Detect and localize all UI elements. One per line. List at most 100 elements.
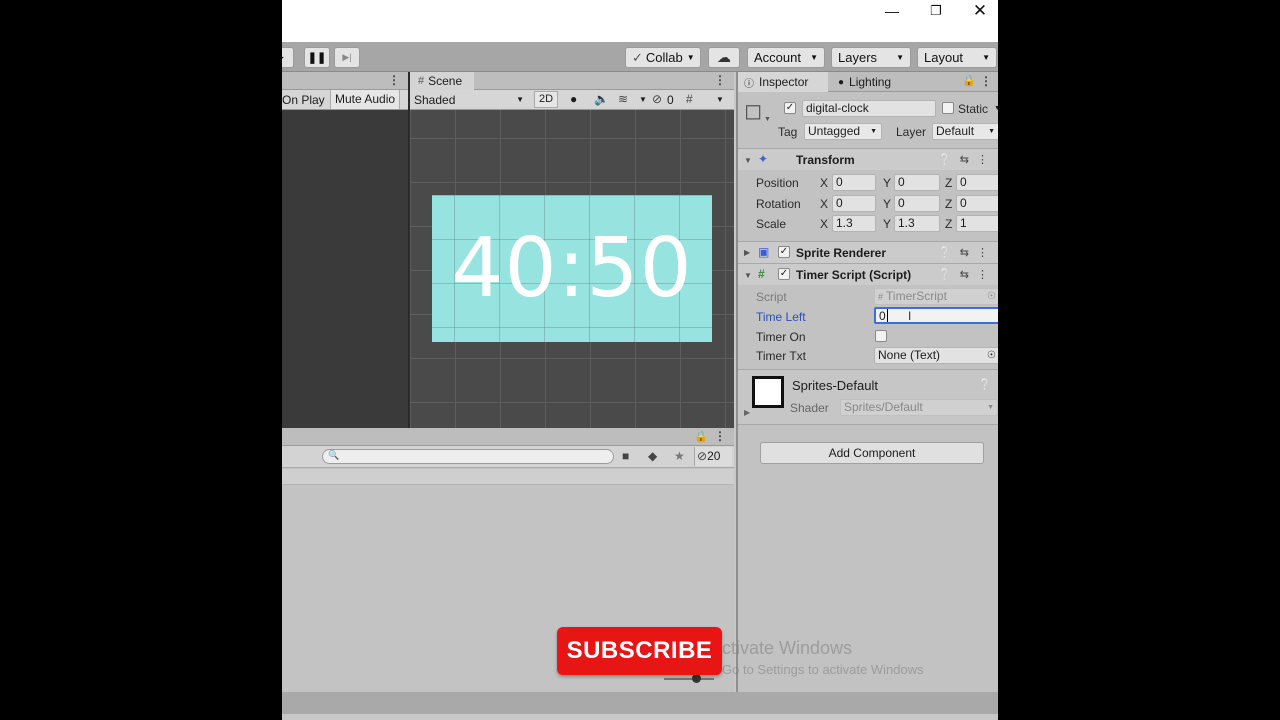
preset-icon[interactable]: ⇆ bbox=[960, 154, 977, 166]
draw-mode-dropdown[interactable]: Shaded ▼ bbox=[410, 90, 528, 109]
kebab-menu-icon[interactable]: ⋮ bbox=[977, 154, 996, 166]
project-search-input[interactable]: 🔍 bbox=[322, 449, 614, 464]
tab-lighting[interactable]: ● Lighting bbox=[832, 72, 922, 92]
static-checkbox[interactable] bbox=[942, 102, 954, 114]
chevron-down-icon: ▼ bbox=[870, 128, 877, 135]
mute-audio-toggle[interactable]: Mute Audio bbox=[330, 90, 401, 109]
subscribe-button[interactable]: SUBSCRIBE bbox=[557, 627, 722, 675]
position-x-field[interactable]: 0 bbox=[832, 174, 876, 191]
kebab-menu-icon[interactable]: ⋮ bbox=[388, 73, 400, 87]
close-icon[interactable]: ✕ bbox=[958, 0, 998, 22]
kebab-menu-icon[interactable]: ⋮ bbox=[714, 429, 726, 443]
scale-x-field[interactable]: 1.3 bbox=[832, 215, 876, 232]
hidden-objects-icon[interactable]: ⊘ bbox=[652, 92, 662, 106]
preset-icon[interactable]: ⇆ bbox=[960, 247, 977, 259]
mode-2d-toggle[interactable]: 2D bbox=[534, 91, 558, 108]
restore-icon[interactable]: ❐ bbox=[914, 0, 958, 22]
minimize-icon[interactable]: — bbox=[870, 0, 914, 22]
time-left-field[interactable]: 0 bbox=[874, 307, 998, 324]
component-header-icons[interactable]: ❔⇆⋮ bbox=[938, 246, 996, 259]
collab-button[interactable]: ✓ Collab ▼ bbox=[625, 47, 701, 68]
effects-icon[interactable]: ≋ bbox=[618, 92, 628, 106]
kebab-menu-icon[interactable]: ⋮ bbox=[714, 73, 726, 87]
rotation-x-field[interactable]: 0 bbox=[832, 195, 876, 212]
tag-dropdown[interactable]: Untagged ▼ bbox=[804, 123, 882, 140]
rotation-x-axis-label: X bbox=[820, 197, 829, 211]
game-view-panel: ⋮ On Play Mute Audio bbox=[282, 72, 408, 428]
scale-y-field[interactable]: 1.3 bbox=[894, 215, 940, 232]
hidden-packages-toggle[interactable]: ⊘20 bbox=[694, 447, 732, 466]
gizmos-icon[interactable]: # bbox=[686, 92, 693, 106]
layout-dropdown[interactable]: Layout ▼ bbox=[917, 47, 997, 68]
scene-viewport[interactable]: 40:50 bbox=[410, 110, 734, 428]
add-component-button[interactable]: Add Component bbox=[760, 442, 984, 464]
chevron-right-icon[interactable]: ▶ bbox=[744, 408, 750, 417]
lighting-icon[interactable]: ● bbox=[570, 92, 577, 106]
timer-txt-value: None (Text) bbox=[878, 348, 941, 362]
position-label: Position bbox=[756, 176, 799, 190]
position-y-field[interactable]: 0 bbox=[894, 174, 940, 191]
help-icon[interactable]: ❔ bbox=[978, 378, 992, 391]
gameobject-cube-icon: ◻ bbox=[744, 98, 763, 123]
filter-by-label-icon[interactable]: ◆ bbox=[648, 449, 657, 463]
tab-scene[interactable]: # Scene bbox=[410, 72, 474, 90]
cloud-button[interactable]: ☁ bbox=[708, 47, 740, 68]
filter-by-type-icon[interactable]: ■ bbox=[622, 449, 629, 463]
info-icon: ⓘ bbox=[744, 78, 754, 90]
chevron-down-icon: ▼ bbox=[810, 53, 818, 62]
sprite-renderer-component-header[interactable]: ▶ ▣ ✓ Sprite Renderer ❔⇆⋮ bbox=[738, 241, 998, 263]
maximize-on-play-toggle[interactable]: On Play bbox=[282, 93, 325, 107]
timer-txt-field[interactable]: None (Text) ☉ bbox=[874, 347, 998, 364]
lock-icon[interactable]: 🔒 bbox=[962, 74, 976, 87]
layers-dropdown[interactable]: Layers ▼ bbox=[831, 47, 911, 68]
transform-component-header[interactable]: ▼ ✦ Transform ❔⇆⋮ bbox=[738, 148, 998, 170]
material-name: Sprites-Default bbox=[792, 378, 878, 393]
help-icon[interactable]: ❔ bbox=[938, 154, 960, 166]
chevron-down-icon[interactable]: ▼ bbox=[744, 271, 752, 280]
play-button[interactable]: ▶ bbox=[282, 47, 294, 68]
chevron-down-icon[interactable]: ▼ bbox=[716, 95, 724, 104]
object-active-checkbox[interactable]: ✓ bbox=[784, 102, 796, 114]
chevron-down-icon[interactable]: ▼ bbox=[994, 105, 998, 112]
layer-dropdown[interactable]: Default ▼ bbox=[932, 123, 998, 140]
script-hash-icon: # bbox=[758, 267, 765, 281]
rotation-y-field[interactable]: 0 bbox=[894, 195, 940, 212]
chevron-down-icon: ▼ bbox=[516, 95, 524, 104]
pause-button[interactable]: ❚❚ bbox=[304, 47, 330, 68]
audio-icon[interactable]: 🔈 bbox=[594, 92, 609, 106]
timer-script-component-header[interactable]: ▼ # ✓ Timer Script (Script) ❔⇆⋮ bbox=[738, 263, 998, 285]
digital-clock-sprite[interactable]: 40:50 bbox=[432, 195, 712, 342]
account-dropdown[interactable]: Account ▼ bbox=[747, 47, 825, 68]
chevron-down-icon: ▼ bbox=[686, 53, 695, 62]
chevron-down-icon[interactable]: ▼ bbox=[639, 95, 647, 104]
zoom-slider-handle[interactable] bbox=[692, 674, 701, 683]
scale-z-field[interactable]: 1 bbox=[956, 215, 998, 232]
lock-icon[interactable]: 🔒 bbox=[694, 430, 708, 443]
position-z-field[interactable]: 0 bbox=[956, 174, 998, 191]
timer-script-enabled-checkbox[interactable]: ✓ bbox=[778, 268, 790, 280]
shader-dropdown[interactable]: Sprites/Default ▼ bbox=[840, 399, 998, 416]
preset-icon[interactable]: ⇆ bbox=[960, 269, 977, 281]
chevron-down-icon[interactable]: ▼ bbox=[764, 116, 771, 123]
scene-view-panel: # Scene ⋮ Shaded ▼ 2D ● 🔈 ≋ ▼ ⊘ 0 # ▼ 40… bbox=[408, 72, 734, 428]
object-picker-icon[interactable]: ☉ bbox=[987, 348, 996, 363]
chevron-down-icon[interactable]: ▼ bbox=[744, 156, 752, 165]
help-icon[interactable]: ❔ bbox=[938, 269, 960, 281]
tab-inspector[interactable]: ⓘ Inspector bbox=[738, 72, 828, 92]
kebab-menu-icon[interactable]: ⋮ bbox=[977, 247, 996, 259]
object-name-field[interactable]: digital-clock bbox=[802, 100, 936, 117]
zoom-slider[interactable] bbox=[664, 678, 714, 680]
kebab-menu-icon[interactable]: ⋮ bbox=[980, 74, 992, 88]
rotation-z-field[interactable]: 0 bbox=[956, 195, 998, 212]
component-header-icons[interactable]: ❔⇆⋮ bbox=[938, 153, 996, 166]
position-y-axis-label: Y bbox=[883, 176, 892, 190]
favorites-star-icon[interactable]: ★ bbox=[674, 449, 685, 463]
component-header-icons[interactable]: ❔⇆⋮ bbox=[938, 268, 996, 281]
timer-on-checkbox[interactable] bbox=[875, 330, 887, 342]
step-button[interactable]: ▶| bbox=[334, 47, 360, 68]
help-icon[interactable]: ❔ bbox=[938, 247, 960, 259]
shader-label: Shader bbox=[790, 401, 829, 415]
chevron-right-icon[interactable]: ▶ bbox=[744, 248, 750, 257]
kebab-menu-icon[interactable]: ⋮ bbox=[977, 269, 996, 281]
sprite-renderer-enabled-checkbox[interactable]: ✓ bbox=[778, 246, 790, 258]
